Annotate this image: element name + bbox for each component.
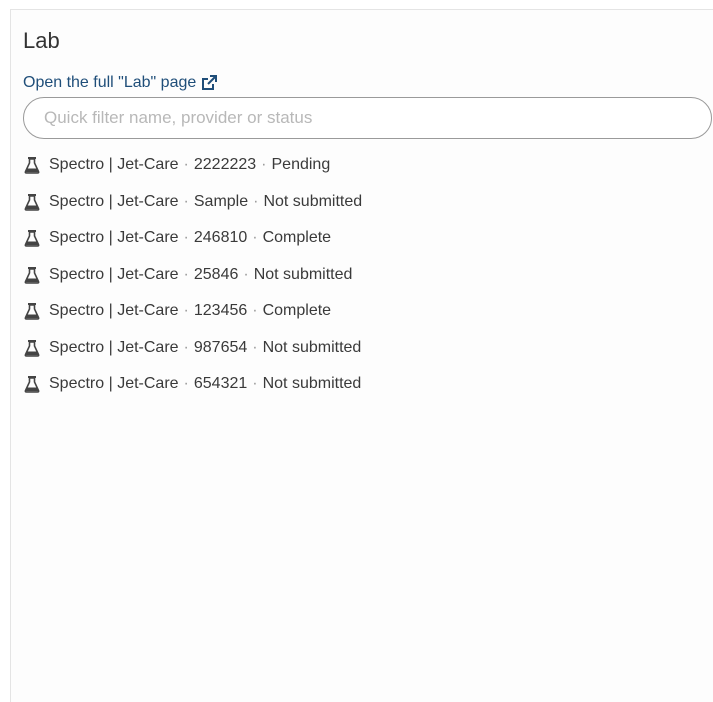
lab-name: Spectro | Jet-Care xyxy=(49,229,179,247)
lab-name: Spectro | Jet-Care xyxy=(49,375,179,393)
flask-icon xyxy=(23,375,41,394)
separator-dot: · xyxy=(252,375,258,393)
lab-status: Pending xyxy=(271,156,331,174)
lab-status: Not submitted xyxy=(262,375,362,393)
lab-list: Spectro | Jet-Care · 2222223 · Pending S… xyxy=(23,147,362,403)
separator-dot: · xyxy=(261,156,267,174)
quick-filter-input[interactable] xyxy=(23,97,712,139)
separator-dot: · xyxy=(183,229,189,247)
lab-id: 25846 xyxy=(193,265,239,283)
lab-list-item[interactable]: Spectro | Jet-Care · 25846 · Not submitt… xyxy=(23,257,362,294)
lab-list-item[interactable]: Spectro | Jet-Care · 246810 · Complete xyxy=(23,220,362,257)
lab-name: Spectro | Jet-Care xyxy=(49,338,179,356)
lab-list-item[interactable]: Spectro | Jet-Care · 2222223 · Pending xyxy=(23,147,362,184)
lab-status: Not submitted xyxy=(263,192,363,210)
lab-name: Spectro | Jet-Care xyxy=(49,156,179,174)
flask-icon xyxy=(23,229,41,248)
open-full-lab-page-link[interactable]: Open the full "Lab" page xyxy=(23,73,218,93)
lab-list-item[interactable]: Spectro | Jet-Care · 123456 · Complete xyxy=(23,293,362,330)
flask-icon xyxy=(23,266,41,284)
lab-name: Spectro | Jet-Care xyxy=(49,302,179,320)
panel-title: Lab xyxy=(23,28,60,53)
lab-status: Complete xyxy=(262,302,332,320)
separator-dot: · xyxy=(183,375,189,393)
separator-dot: · xyxy=(183,302,189,320)
lab-list-item[interactable]: Spectro | Jet-Care · Sample · Not submit… xyxy=(23,184,362,221)
separator-dot: · xyxy=(183,265,189,283)
flask-icon xyxy=(23,156,41,175)
lab-status: Complete xyxy=(262,229,332,247)
lab-id: 2222223 xyxy=(193,156,257,174)
flask-icon xyxy=(23,193,41,211)
external-link-icon xyxy=(202,75,218,90)
separator-dot: · xyxy=(183,156,189,174)
lab-id: 246810 xyxy=(193,229,248,247)
flask-icon xyxy=(23,339,41,357)
separator-dot: · xyxy=(183,338,189,356)
separator-dot: · xyxy=(252,229,258,247)
lab-name: Spectro | Jet-Care xyxy=(49,265,179,283)
lab-id: 654321 xyxy=(193,375,248,393)
lab-id: Sample xyxy=(193,192,249,210)
lab-id: 987654 xyxy=(193,338,248,356)
separator-dot: · xyxy=(252,302,258,320)
separator-dot: · xyxy=(243,265,249,283)
flask-icon xyxy=(23,302,41,321)
lab-panel: Lab Open the full "Lab" page Spectro | J… xyxy=(10,9,713,702)
lab-name: Spectro | Jet-Care xyxy=(49,192,179,210)
lab-status: Not submitted xyxy=(253,265,353,283)
separator-dot: · xyxy=(252,338,258,356)
separator-dot: · xyxy=(253,192,259,210)
open-link-label: Open the full "Lab" page xyxy=(23,74,197,91)
lab-list-item[interactable]: Spectro | Jet-Care · 654321 · Not submit… xyxy=(23,366,362,403)
separator-dot: · xyxy=(183,192,189,210)
lab-list-item[interactable]: Spectro | Jet-Care · 987654 · Not submit… xyxy=(23,330,362,367)
lab-id: 123456 xyxy=(193,302,248,320)
lab-status: Not submitted xyxy=(262,338,362,356)
